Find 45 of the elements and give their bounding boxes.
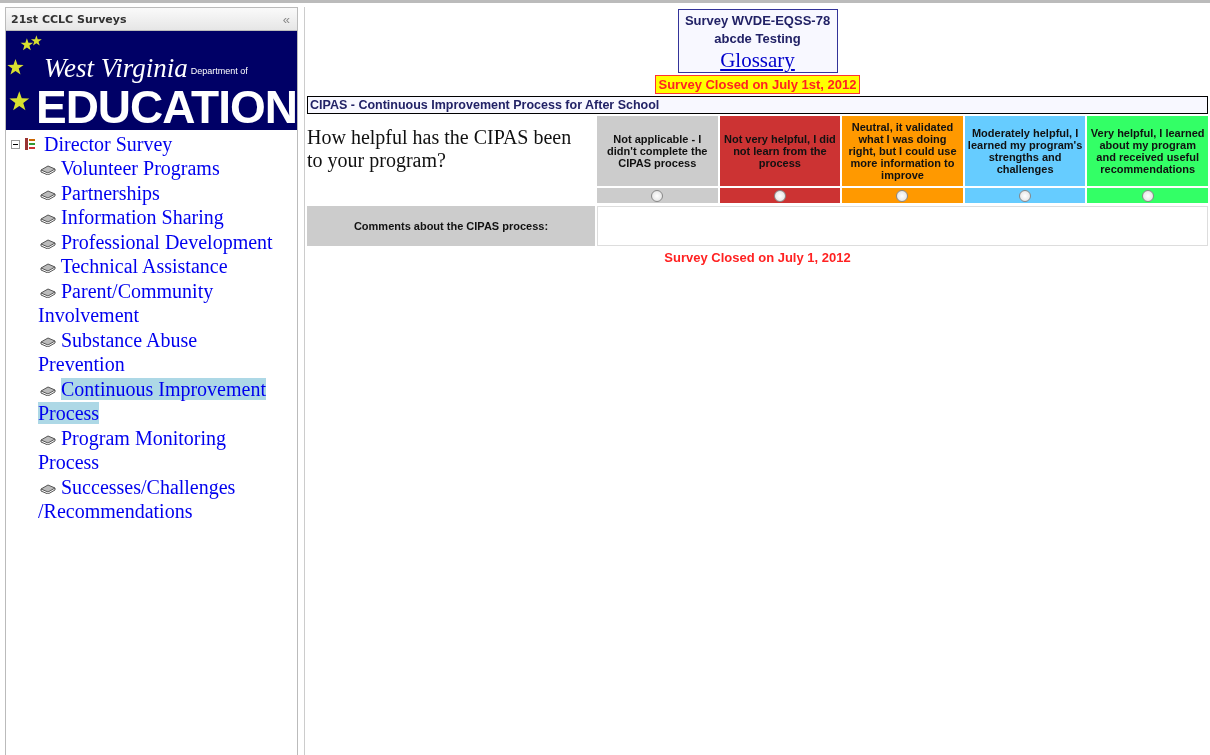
option-label: Not applicable - I didn't complete the CIPAS process xyxy=(597,116,718,186)
panel-title: 21st CCLC Surveys xyxy=(11,12,127,26)
option-label: Neutral, it validated what I was doing right, but I could use more information to improve xyxy=(842,116,963,186)
radio-button[interactable] xyxy=(773,189,786,202)
logo-department-text: Department of xyxy=(190,66,248,76)
tree-item-link[interactable]: Parent/Community Involvement xyxy=(38,278,287,328)
survey-name: abcde Testing xyxy=(714,30,801,48)
tree-item-link[interactable]: Program Monitoring Process xyxy=(38,425,287,475)
book-icon xyxy=(40,262,56,273)
radio-button[interactable] xyxy=(651,189,664,202)
tree-item-link[interactable]: Substance Abuse Prevention xyxy=(38,327,287,377)
book-icon xyxy=(40,164,56,175)
option-label: Very helpful, I learned about my program and received useful recommendations xyxy=(1087,116,1208,186)
tree-item-link[interactable]: Technical Assistance xyxy=(38,254,287,279)
radio-button[interactable] xyxy=(896,189,909,202)
survey-id: Survey WVDE-EQSS-78 xyxy=(684,12,831,30)
radio-button[interactable] xyxy=(1141,189,1154,202)
book-icon xyxy=(40,384,56,396)
comments-label: Comments about the CIPAS process: xyxy=(307,206,595,246)
book-icon xyxy=(40,286,56,298)
tree-item-link[interactable]: Successes/Challenges /Recommendations xyxy=(38,474,287,524)
closed-notice: Survey Closed on July 1st, 2012 xyxy=(654,75,861,94)
tree-item-link[interactable]: Professional Development xyxy=(38,229,287,254)
comments-field[interactable] xyxy=(597,206,1208,246)
book-icon xyxy=(40,335,56,347)
book-icon xyxy=(40,482,56,494)
book-icon xyxy=(40,433,56,445)
logo-education-text: EDUCATION xyxy=(35,84,297,130)
glossary-link[interactable]: Glossary xyxy=(720,48,795,72)
tree-icon xyxy=(25,138,35,150)
tree-item-link[interactable]: Volunteer Programs xyxy=(38,156,287,181)
tree-root-link[interactable]: Director Survey xyxy=(44,132,173,156)
logo-script-text: West Virginia xyxy=(43,54,188,84)
book-icon xyxy=(40,188,56,200)
tree-item-link[interactable]: Partnerships xyxy=(38,180,287,205)
closed-footer-notice: Survey Closed on July 1, 2012 xyxy=(664,250,851,265)
section-title: CIPAS - Continuous Improvement Process for After School xyxy=(307,96,1208,114)
question-text: How helpful has the CIPAS been to your program? xyxy=(307,125,573,174)
radio-button[interactable] xyxy=(1019,189,1032,202)
book-icon xyxy=(40,213,56,224)
book-icon xyxy=(40,237,56,249)
tree-item-link[interactable]: Information Sharing xyxy=(38,205,287,230)
collapse-toggle-icon[interactable] xyxy=(11,139,20,149)
option-label: Moderately helpful, I learned my program's strengths and challenges xyxy=(964,116,1086,186)
option-label: Not very helpful, I did not learn from the process xyxy=(719,116,841,186)
